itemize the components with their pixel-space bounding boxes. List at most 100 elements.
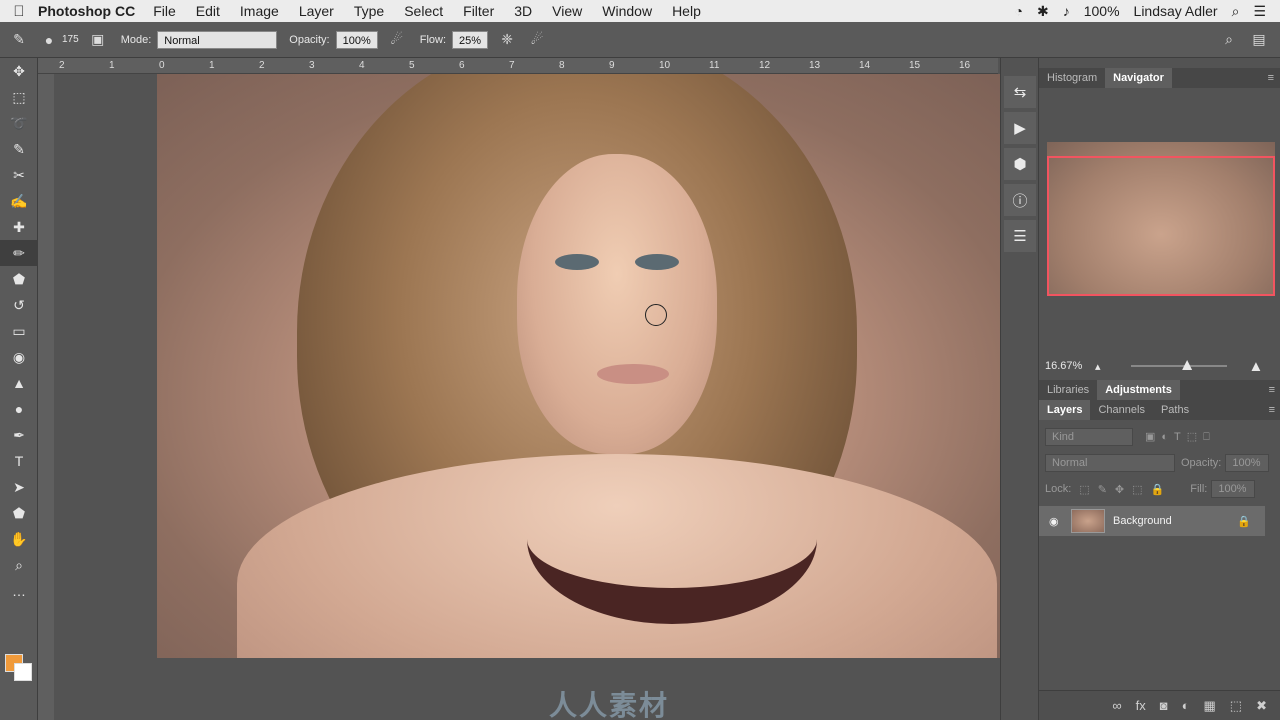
history-icon[interactable]: ⇆ (1004, 76, 1036, 108)
layer-opacity-field[interactable]: 100% (1225, 454, 1270, 472)
ruler-tick: 7 (509, 60, 515, 71)
actions-play-icon[interactable]: ▶ (1004, 112, 1036, 144)
zoom-slider-knob[interactable] (1182, 360, 1193, 370)
tab-layers[interactable]: Layers (1039, 400, 1091, 420)
blend-mode-select[interactable]: Normal (1045, 454, 1175, 472)
tab-navigator[interactable]: Navigator (1105, 68, 1172, 88)
menu-layer[interactable]: Layer (299, 3, 334, 19)
tab-paths[interactable]: Paths (1153, 400, 1197, 420)
zoom-tool-icon[interactable]: ⌕ (0, 552, 38, 578)
properties-icon[interactable]: ☰ (1004, 220, 1036, 252)
brush-size[interactable]: 175 (62, 34, 79, 45)
apple-icon[interactable]:  (0, 3, 38, 20)
menu-image[interactable]: Image (240, 3, 279, 19)
menu-edit[interactable]: Edit (196, 3, 220, 19)
workspace-icon[interactable]: ▤ (1248, 29, 1270, 51)
zoom-out-icon[interactable]: ▴ (1095, 360, 1101, 373)
tab-histogram[interactable]: Histogram (1039, 68, 1105, 88)
lock-icon[interactable]: 🔒 (1237, 515, 1251, 528)
ruler-tick: 4 (359, 60, 365, 71)
3d-icon[interactable]: ⬢ (1004, 148, 1036, 180)
zoom-slider[interactable] (1130, 360, 1227, 370)
healing-tool-icon[interactable]: ✚ (0, 214, 38, 240)
portrait-photo[interactable] (157, 74, 1000, 658)
brush-tool-icon[interactable]: ✎ (8, 29, 30, 51)
fx-icon[interactable]: fx (1136, 698, 1146, 713)
stamp-tool-icon[interactable]: ⬟ (0, 266, 38, 292)
marquee-tool-icon[interactable]: ⬚ (0, 84, 38, 110)
menu-filter[interactable]: Filter (463, 3, 494, 19)
panel-menu-icon[interactable]: ≡ (1269, 384, 1275, 396)
bucket-tool-icon[interactable]: ◉ (0, 344, 38, 370)
ruler-tick: 11 (709, 60, 720, 71)
move-tool-icon[interactable]: ✥ (0, 58, 38, 84)
menu-file[interactable]: File (153, 3, 176, 19)
more-tools-icon[interactable]: … (0, 578, 38, 604)
menu-view[interactable]: View (552, 3, 582, 19)
pressure-opacity-icon[interactable]: ☄ (386, 29, 408, 51)
link-layers-icon[interactable]: ∞ (1112, 698, 1121, 713)
tab-channels[interactable]: Channels (1090, 400, 1152, 420)
ruler-tick: 15 (909, 60, 921, 71)
panel-menu-icon[interactable]: ≡ (1268, 72, 1274, 84)
mask-icon[interactable]: ◙ (1160, 698, 1168, 713)
pen-tool-icon[interactable]: ✒ (0, 422, 38, 448)
pressure-size-icon[interactable]: ☄ (526, 29, 548, 51)
app-name[interactable]: Photoshop CC (38, 3, 135, 19)
menu-list-icon[interactable]: ☰ (1253, 3, 1266, 20)
menu-help[interactable]: Help (672, 3, 701, 19)
menu-type[interactable]: Type (354, 3, 384, 19)
group-folder-icon[interactable]: ▦ (1204, 698, 1216, 714)
layer-kind-filter[interactable]: Kind (1045, 428, 1133, 446)
mode-label: Mode: (120, 33, 152, 46)
filter-icons[interactable]: ▣◐T⬚⎕ (1145, 430, 1216, 444)
layer-row-background[interactable]: ◉ Background 🔒 (1039, 506, 1265, 536)
hand-tool-icon[interactable]: ✋ (0, 526, 38, 552)
eraser-tool-icon[interactable]: ▭ (0, 318, 38, 344)
tab-adjustments[interactable]: Adjustments (1097, 380, 1180, 400)
document-canvas[interactable]: 人人素材 (54, 74, 1000, 720)
ruler-tick: 12 (759, 60, 771, 71)
volume-icon[interactable]: ♪ (1063, 3, 1070, 19)
flow-field[interactable]: 25% (452, 30, 489, 49)
mode-select[interactable]: Normal (157, 30, 278, 49)
menu-select[interactable]: Select (404, 3, 443, 19)
eyedropper-tool-icon[interactable]: ✍ (0, 188, 38, 214)
user-name[interactable]: Lindsay Adler (1134, 3, 1218, 19)
crop-tool-icon[interactable]: ✂ (0, 162, 38, 188)
bluetooth-icon[interactable]: ✱ (1037, 3, 1049, 20)
battery-percent[interactable]: 100% (1084, 3, 1120, 19)
quick-select-tool-icon[interactable]: ✎ (0, 136, 38, 162)
info-icon[interactable]: ⓘ (1004, 184, 1036, 216)
trash-icon[interactable]: ✖ (1256, 698, 1267, 714)
brush-preset-icon[interactable]: ● (38, 29, 60, 51)
fill-field[interactable]: 100% (1211, 480, 1256, 498)
brush-panel-icon[interactable]: ▣ (87, 29, 109, 51)
background-color-swatch[interactable] (14, 663, 32, 681)
shape-tool-icon[interactable]: ⬟ (0, 500, 38, 526)
wifi-icon[interactable]: ◔ (1015, 3, 1023, 19)
history-brush-tool-icon[interactable]: ↺ (0, 292, 38, 318)
opacity-field[interactable]: 100% (335, 30, 378, 49)
lasso-tool-icon[interactable]: ➰ (0, 110, 38, 136)
navigator-view-frame[interactable] (1047, 156, 1275, 296)
zoom-value[interactable]: 16.67% (1045, 360, 1095, 372)
panel-menu-icon[interactable]: ≡ (1269, 404, 1275, 416)
lock-icons[interactable]: ⬚✎✥⬚🔒 (1079, 483, 1172, 496)
airbrush-icon[interactable]: ❈ (496, 29, 518, 51)
eye-visibility-icon[interactable]: ◉ (1049, 515, 1059, 528)
zoom-in-icon[interactable]: ▲ (1249, 358, 1264, 375)
search-icon[interactable]: ⌕ (1218, 29, 1240, 51)
adjustment-icon[interactable]: ◐ (1182, 698, 1190, 713)
dodge-tool-icon[interactable]: ● (0, 396, 38, 422)
menu-3d[interactable]: 3D (514, 3, 532, 19)
sharpen-tool-icon[interactable]: ▲ (0, 370, 38, 396)
layer-name[interactable]: Background (1113, 515, 1172, 527)
search-icon[interactable]: ⌕ (1232, 3, 1240, 20)
new-layer-icon[interactable]: ⬚ (1230, 698, 1242, 714)
menu-window[interactable]: Window (602, 3, 652, 19)
tab-libraries[interactable]: Libraries (1039, 380, 1097, 400)
path-select-tool-icon[interactable]: ➤ (0, 474, 38, 500)
brush-tool-icon[interactable]: ✏ (0, 240, 38, 266)
type-tool-icon[interactable]: T (0, 448, 38, 474)
